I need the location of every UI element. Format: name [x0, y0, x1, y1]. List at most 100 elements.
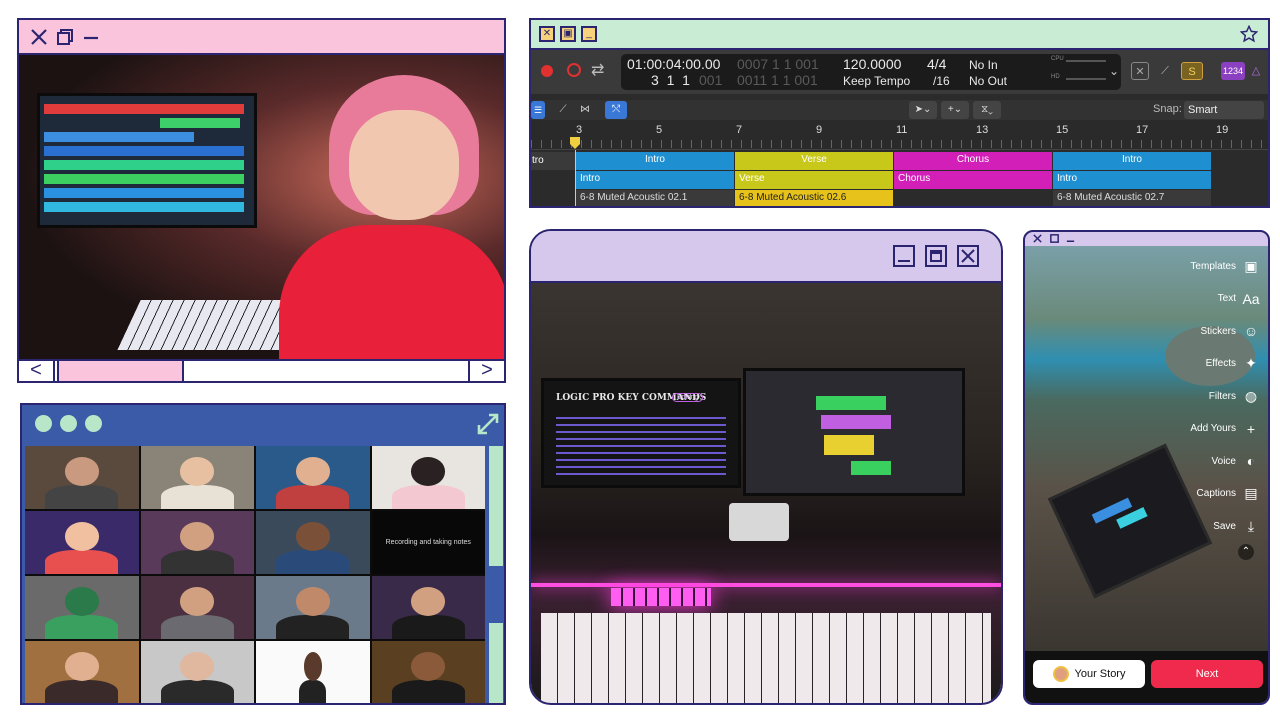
participant-tile[interactable] — [25, 446, 139, 509]
marker[interactable]: Intro — [576, 152, 734, 170]
close-icon[interactable]: ✕ — [539, 26, 555, 42]
arrangement-region[interactable]: Verse — [735, 171, 893, 189]
tool-save[interactable]: Save ⤓ — [1213, 514, 1260, 538]
expand-icon[interactable] — [477, 413, 499, 435]
ruler-tick — [551, 140, 552, 148]
secondary-tool-icon[interactable]: +⌄ — [941, 101, 969, 119]
minimize-icon[interactable] — [893, 245, 915, 267]
scroll-left-button[interactable]: < — [19, 360, 55, 381]
record-button[interactable] — [541, 65, 553, 77]
pointer-tool-icon[interactable]: ➤⌄ — [909, 101, 937, 119]
participant-tile[interactable] — [371, 446, 485, 509]
automation-icon[interactable]: ⟋ — [553, 101, 573, 119]
snap-select[interactable]: Smart — [1184, 101, 1264, 119]
audio-region[interactable]: 6-8 Muted Acoustic 02.6 — [735, 190, 893, 206]
cpu-label: CPU — [1051, 56, 1064, 62]
window-dot-1[interactable] — [35, 415, 52, 432]
marker[interactable]: Intro — [1053, 152, 1211, 170]
solo-icon[interactable]: S — [1181, 62, 1203, 80]
horizontal-scrollbar[interactable]: < > — [19, 359, 504, 381]
side-rail-top — [489, 446, 503, 566]
midi-out: No Out — [969, 74, 1008, 88]
participant-tile[interactable] — [371, 576, 485, 639]
catch-icon[interactable]: ⤲ — [605, 101, 627, 119]
minimize-icon[interactable] — [1065, 233, 1076, 244]
tool-text[interactable]: Text Aa — [1218, 287, 1260, 311]
participant-tile[interactable] — [25, 641, 139, 703]
tool-templates[interactable]: Templates ▣ — [1190, 254, 1260, 278]
division[interactable]: /16 — [933, 74, 950, 88]
ruler-tick — [731, 140, 732, 148]
audio-region[interactable]: 6-8 Muted Acoustic 02.1 — [576, 190, 734, 206]
arrangement-region[interactable]: Intro — [576, 171, 734, 189]
minimize-icon[interactable] — [81, 27, 101, 47]
marker[interactable]: tro — [531, 152, 575, 170]
marker[interactable]: Chorus — [894, 152, 1052, 170]
tool-voice[interactable]: Voice ◐ — [1212, 449, 1260, 473]
flex-icon[interactable]: ⋈ — [577, 101, 593, 119]
participant-tile[interactable] — [25, 576, 139, 639]
arrangement-region[interactable]: Intro — [1053, 171, 1211, 189]
audio-region[interactable]: 6-8 Muted Acoustic 02.7 — [1053, 190, 1211, 206]
arrangement-region[interactable]: Chorus — [894, 171, 1052, 189]
window-dot-3[interactable] — [85, 415, 102, 432]
tool-add-yours[interactable]: Add Yours + — [1190, 417, 1260, 441]
participant-tile[interactable]: Recording and taking notes — [371, 511, 485, 574]
scroll-right-button[interactable]: > — [468, 360, 504, 381]
scroll-thumb[interactable] — [57, 361, 184, 381]
participant-tile[interactable] — [25, 511, 139, 574]
participant-tile[interactable] — [256, 511, 370, 574]
zoom-tool-icon[interactable]: ⧖⌄ — [973, 101, 1001, 119]
time-signature[interactable]: 4/4 — [927, 56, 946, 72]
tool-captions[interactable]: Captions ▤ — [1197, 482, 1260, 506]
tool-effects[interactable]: Effects ✦ — [1206, 352, 1260, 376]
tool-stickers[interactable]: Stickers ☺ — [1200, 319, 1260, 343]
close-icon[interactable] — [29, 27, 49, 47]
star-icon[interactable] — [1240, 25, 1258, 43]
your-story-label: Your Story — [1074, 668, 1126, 680]
ruler-tick — [671, 140, 672, 148]
replace-record-button[interactable] — [567, 63, 581, 77]
next-button[interactable]: Next — [1151, 660, 1263, 688]
tool-filters[interactable]: Filters ◍ — [1209, 384, 1260, 408]
marker[interactable]: Verse — [735, 152, 893, 170]
participant-tile[interactable] — [140, 576, 254, 639]
ruler-tick — [661, 140, 662, 148]
restore-icon[interactable] — [55, 27, 75, 47]
participant-tile[interactable] — [256, 446, 370, 509]
playhead-icon[interactable] — [569, 136, 581, 150]
minimize-icon[interactable]: _ — [581, 26, 597, 42]
cycle-icon[interactable]: ⇄ — [591, 60, 604, 80]
tempo-mode[interactable]: Keep Tempo — [843, 74, 910, 88]
participant-tile[interactable] — [140, 446, 254, 509]
participant-tile[interactable] — [256, 641, 370, 703]
participant-tile[interactable] — [256, 576, 370, 639]
participant-tile[interactable] — [140, 641, 254, 703]
chevron-up-icon[interactable]: ⌃ — [1238, 544, 1254, 560]
time-display: 01:00:04:00.00 — [627, 56, 721, 72]
maximize-icon[interactable] — [925, 245, 947, 267]
close-icon[interactable] — [1032, 233, 1043, 244]
ruler-tick — [1221, 140, 1222, 148]
tuner-icon[interactable]: ⟋ — [1156, 62, 1174, 80]
mute-icon[interactable]: ✕ — [1131, 62, 1149, 80]
tool-label: Add Yours — [1190, 423, 1236, 434]
ruler-tick — [1081, 140, 1082, 148]
ruler-bar-number: 11 — [896, 124, 908, 136]
metronome-icon[interactable]: △ — [1249, 62, 1263, 80]
story-editor-window: Templates ▣ Text Aa Stickers ☺ Effects ✦ Filters… — [1023, 230, 1270, 705]
count-in-button[interactable]: 1234 — [1221, 62, 1245, 80]
ruler-tick — [691, 140, 692, 148]
close-icon[interactable] — [957, 245, 979, 267]
participant-tile[interactable] — [140, 511, 254, 574]
ruler-tick — [961, 140, 962, 148]
list-icon[interactable]: ☰ — [531, 101, 545, 119]
restore-icon[interactable]: ▣ — [560, 26, 576, 42]
chevron-down-icon[interactable]: ⌄ — [1109, 64, 1119, 78]
participant-tile[interactable] — [371, 641, 485, 703]
tempo-value[interactable]: 120.0000 — [843, 56, 901, 72]
bar-ruler[interactable]: 3 5 7 9 11 13 15 17 19 — [531, 120, 1268, 150]
your-story-button[interactable]: Your Story — [1033, 660, 1145, 688]
window-dot-2[interactable] — [60, 415, 77, 432]
maximize-icon[interactable] — [1049, 233, 1060, 244]
